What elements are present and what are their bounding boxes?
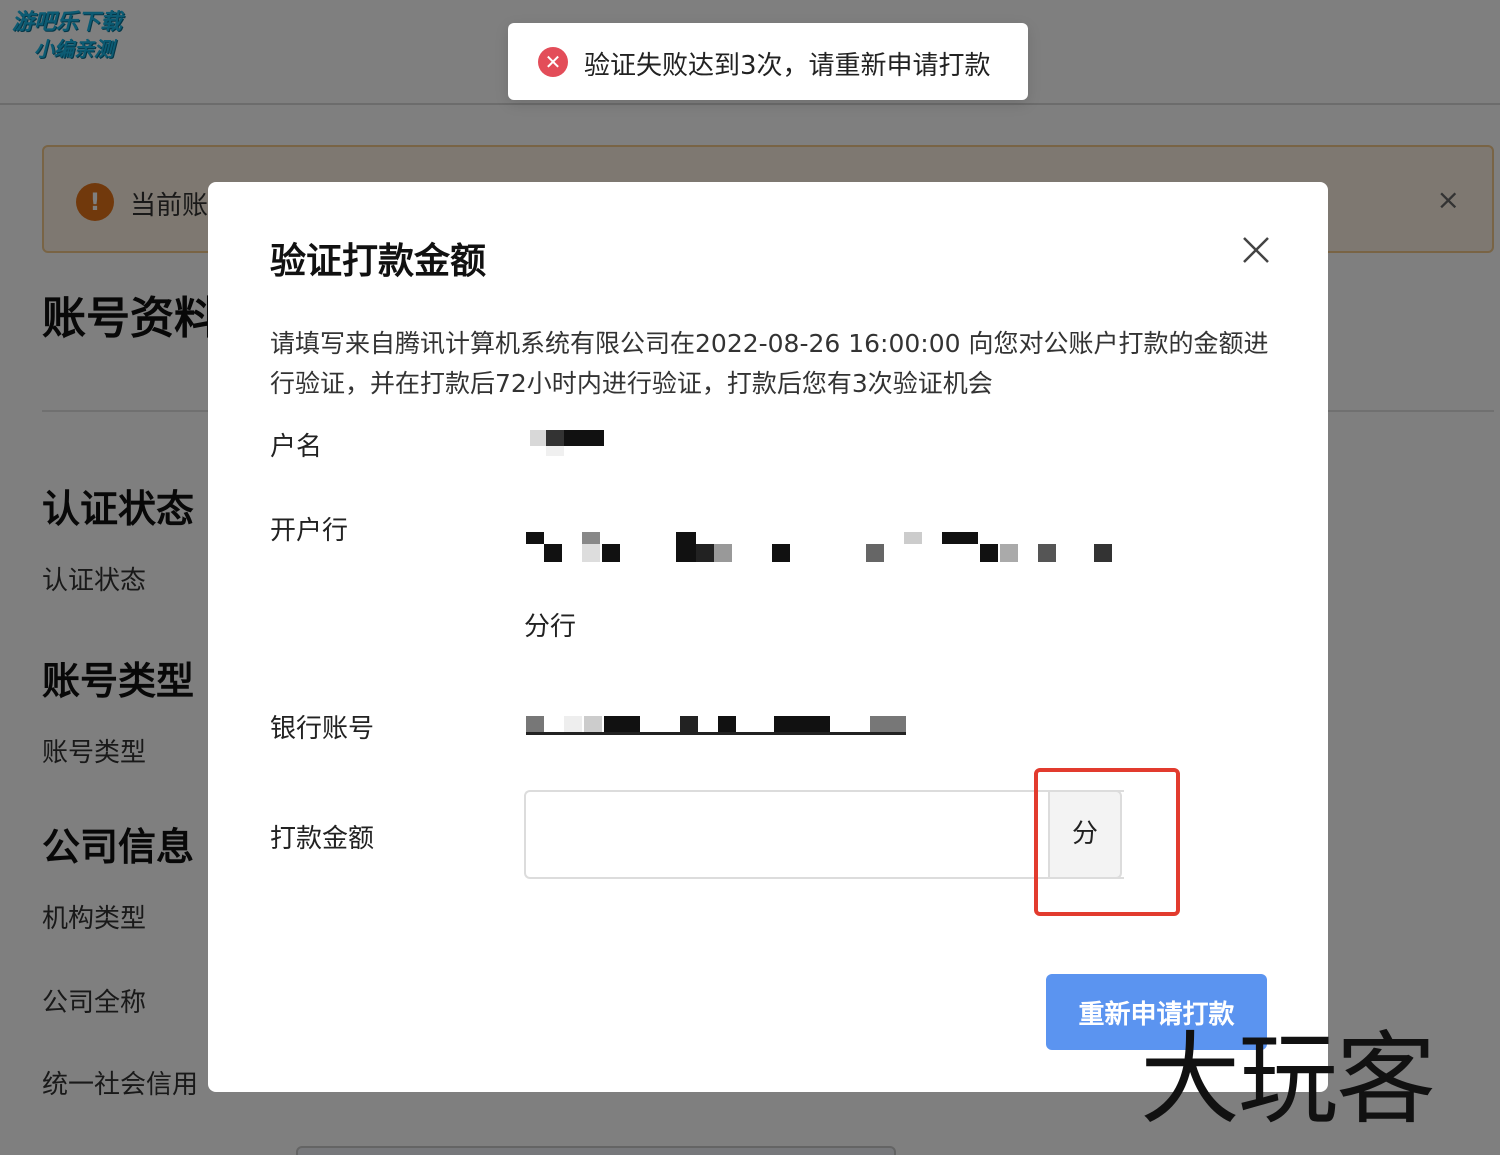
corner-watermark: 大玩客 — [1140, 1021, 1436, 1138]
verify-amount-modal: 验证打款金额 请填写来自腾讯计算机系统有限公司在2022-08-26 16:00… — [208, 182, 1328, 1092]
bank-branch-suffix: 分行 — [524, 612, 577, 642]
account-name-redacted — [524, 426, 614, 462]
account-number-label: 银行账号 — [270, 714, 375, 744]
bank-name-redacted — [524, 528, 1124, 568]
modal-description: 请填写来自腾讯计算机系统有限公司在2022-08-26 16:00:00 向您对… — [270, 329, 1269, 398]
bank-label: 开户行 — [270, 516, 349, 546]
amount-label: 打款金额 — [270, 824, 375, 854]
toast-message: 验证失败达到3次，请重新申请打款 — [584, 51, 991, 81]
account-name-label: 户名 — [270, 432, 323, 462]
error-toast: ✕ 验证失败达到3次，请重新申请打款 — [508, 23, 1028, 100]
annotation-highlight-box — [1034, 768, 1180, 916]
account-number-redacted — [524, 712, 924, 740]
error-circle-icon: ✕ — [538, 47, 568, 77]
modal-title: 验证打款金额 — [270, 241, 487, 282]
close-icon[interactable] — [1238, 232, 1274, 268]
